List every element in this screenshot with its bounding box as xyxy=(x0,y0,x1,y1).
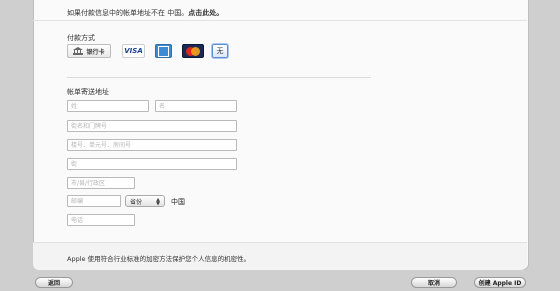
section-divider xyxy=(67,77,371,78)
amex-logo-icon xyxy=(158,45,169,57)
phone-field[interactable] xyxy=(67,214,135,226)
note-text: 如果付款信息中的帐单地址不在 中国。点击此处。 xyxy=(67,8,223,18)
mastercard-logo-circle xyxy=(191,46,200,56)
postcode-field[interactable] xyxy=(67,195,121,207)
form-panel xyxy=(33,0,529,270)
privacy-notice: Apple 使用符合行业标准的加密方法保护您个人信息的机密性。 xyxy=(67,255,251,263)
province-select-value: 省份 xyxy=(130,198,143,206)
none-option[interactable]: 无 xyxy=(212,44,228,58)
cancel-button[interactable]: 取消 xyxy=(411,277,457,288)
province-select[interactable]: 省份 ▲ ▼ xyxy=(125,195,165,207)
visa-logo-icon: VISA xyxy=(124,47,143,55)
divider xyxy=(33,20,527,21)
street-field[interactable] xyxy=(67,120,237,132)
select-arrows-icon: ▲ ▼ xyxy=(156,197,160,207)
note-line-cut: ──────────────────────────────── xyxy=(67,0,367,2)
back-button[interactable]: 返回 xyxy=(35,277,73,288)
country-label: 中国 xyxy=(171,198,185,206)
payment-method-title: 付款方式 xyxy=(67,34,95,42)
building-field[interactable] xyxy=(67,139,237,151)
visa-option[interactable]: VISA xyxy=(122,44,145,58)
amex-option[interactable] xyxy=(155,44,172,58)
billing-address-title: 帐单寄送地址 xyxy=(67,88,109,96)
none-label: 无 xyxy=(216,47,224,55)
note-prefix: 如果付款信息中的帐单地址不在 中国。 xyxy=(67,9,189,17)
bank-card-option[interactable]: 银行卡 xyxy=(67,44,111,58)
last-name-field[interactable] xyxy=(67,100,149,112)
city-field[interactable] xyxy=(67,177,135,189)
bank-card-label: 银行卡 xyxy=(86,48,105,56)
click-here-link[interactable]: 点击此处。 xyxy=(188,9,223,17)
create-apple-id-button[interactable]: 创建 Apple ID xyxy=(474,277,526,288)
mastercard-option[interactable] xyxy=(182,44,204,58)
bank-icon xyxy=(73,47,84,55)
first-name-field[interactable] xyxy=(155,100,237,112)
street2-field[interactable] xyxy=(67,158,237,170)
